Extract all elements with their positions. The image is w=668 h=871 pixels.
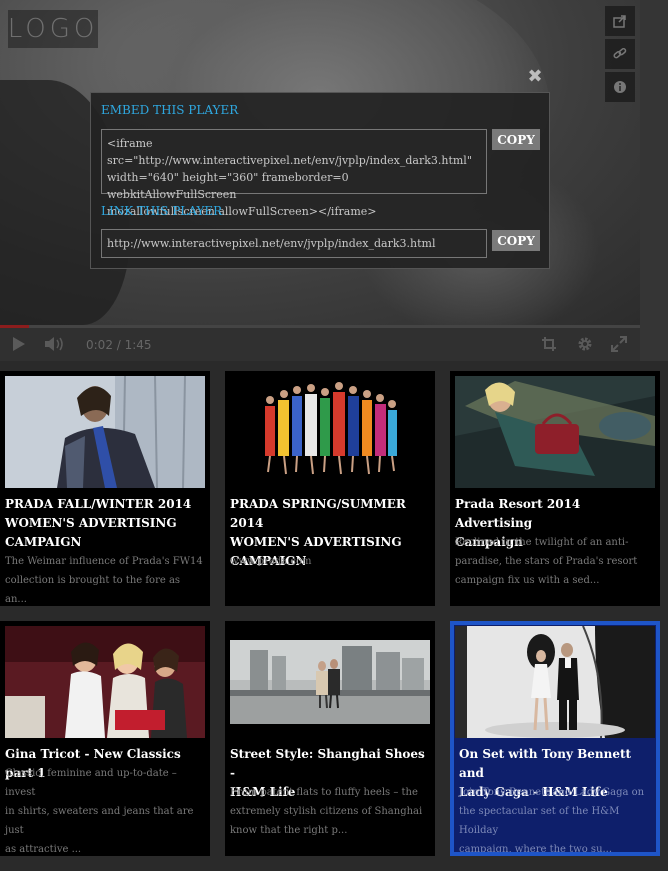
video-thumbnail (5, 376, 205, 488)
video-title-line: PRADA SPRING/SUMMER 2014 (230, 497, 406, 530)
video-title-line: PRADA FALL/WINTER 2014 (5, 497, 192, 511)
video-thumbnail (230, 626, 430, 738)
video-description-line: Join Tony Bennett and Lady Gaga on (459, 787, 645, 798)
link-copy-button[interactable]: COPY (492, 230, 540, 251)
video-description-line: www.prada.com (230, 556, 312, 567)
playlist-item[interactable]: PRADA SPRING/SUMMER 2014 WOMEN'S ADVERTI… (225, 371, 435, 606)
video-description-line: extremely stylish citizens of Shanghai (230, 806, 423, 817)
time-display: 0:02 / 1:45 (86, 338, 152, 352)
video-description-line: campaign, where the two su... (459, 844, 613, 855)
video-title-line: CAMPAIGN (5, 535, 82, 549)
video-description-line: campaign fix us with a sed... (455, 575, 600, 586)
close-icon[interactable]: ✖ (526, 68, 544, 86)
playlist-item[interactable]: Street Style: Shanghai Shoes - H&M Life … (225, 621, 435, 856)
video-description: Join Tony Bennett and Lady Gaga on the s… (459, 783, 656, 855)
playlist-item[interactable]: Prada Resort 2014 Advertising Campaign R… (450, 371, 660, 606)
playlist-item-selected[interactable]: On Set with Tony Bennett and Lady Gaga -… (450, 621, 660, 856)
video-thumbnail (455, 376, 655, 488)
info-icon[interactable] (605, 72, 635, 102)
video-title-line: On Set with Tony Bennett and (459, 747, 632, 780)
embed-code-field[interactable]: <iframe src="http://www.interactivepixel… (101, 129, 487, 218)
gear-icon[interactable] (577, 336, 593, 352)
video-title: PRADA FALL/WINTER 2014 WOMEN'S ADVERTISI… (5, 495, 205, 552)
scroll-strip (640, 0, 668, 361)
video-description: The Weimar influence of Prada's FW14 col… (5, 552, 205, 606)
video-description-line: as attractive ... (5, 844, 82, 855)
link-url: http://www.interactivepixel.net/env/jvpl… (107, 237, 436, 250)
video-description: Classic, feminine and up-to-date – inves… (5, 764, 205, 856)
volume-icon[interactable] (44, 336, 66, 352)
embed-heading: EMBED THIS PLAYER (101, 103, 239, 117)
video-description-line: From patent flats to fluffy heels – the (230, 787, 418, 798)
control-bar: 0:02 / 1:45 (0, 328, 640, 361)
video-thumbnail (455, 626, 655, 738)
video-thumbnail (230, 376, 430, 488)
link-icon[interactable] (605, 39, 635, 69)
embed-code-line: <iframe src="http://www.interactivepixel… (107, 137, 472, 167)
fullscreen-icon[interactable] (611, 336, 627, 352)
video-description-line: Classic, feminine and up-to-date – inves… (5, 768, 177, 798)
video-description: www.prada.com (230, 552, 430, 571)
link-heading: LINK THIS PLAYER (101, 204, 223, 218)
video-thumbnail (5, 626, 205, 738)
embed-code-line: width="640" height="360" frameborder=0 w… (107, 171, 349, 201)
player-side-toolbar (605, 6, 635, 105)
link-url-field[interactable]: http://www.interactivepixel.net/env/jvpl… (101, 229, 487, 258)
video-description-line: Reclined in the twilight of an anti- (455, 537, 629, 548)
video-title-line: Street Style: Shanghai Shoes - (230, 747, 425, 780)
embed-dialog: EMBED THIS PLAYER <iframe src="http://ww… (90, 92, 550, 269)
video-description-line: in shirts, sweaters and jeans that are j… (5, 806, 194, 836)
share-icon[interactable] (605, 6, 635, 36)
playlist-item[interactable]: Gina Tricot - New Classics part 1 Classi… (0, 621, 210, 856)
play-icon[interactable] (12, 336, 26, 352)
video-title-line: WOMEN'S ADVERTISING (5, 516, 177, 530)
crop-icon[interactable] (541, 336, 557, 352)
playlist-item[interactable]: PRADA FALL/WINTER 2014 WOMEN'S ADVERTISI… (0, 371, 210, 606)
video-description: From patent flats to fluffy heels – the … (230, 783, 430, 840)
video-description: Reclined in the twilight of an anti- par… (455, 533, 655, 590)
video-description-line: paradise, the stars of Prada's resort (455, 556, 638, 567)
player-logo: LOGO (8, 10, 98, 48)
video-description-line: The Weimar influence of Prada's FW14 (5, 556, 203, 567)
video-description-line: the spectacular set of the H&M Hoilday (459, 806, 620, 836)
embed-copy-button[interactable]: COPY (492, 129, 540, 150)
video-description-line: know that the right p... (230, 825, 348, 836)
video-title-line: Prada Resort 2014 Advertising (455, 497, 581, 530)
video-title-line: WOMEN'S ADVERTISING (230, 535, 402, 549)
video-description-line: collection is brought to the fore as an.… (5, 575, 181, 605)
